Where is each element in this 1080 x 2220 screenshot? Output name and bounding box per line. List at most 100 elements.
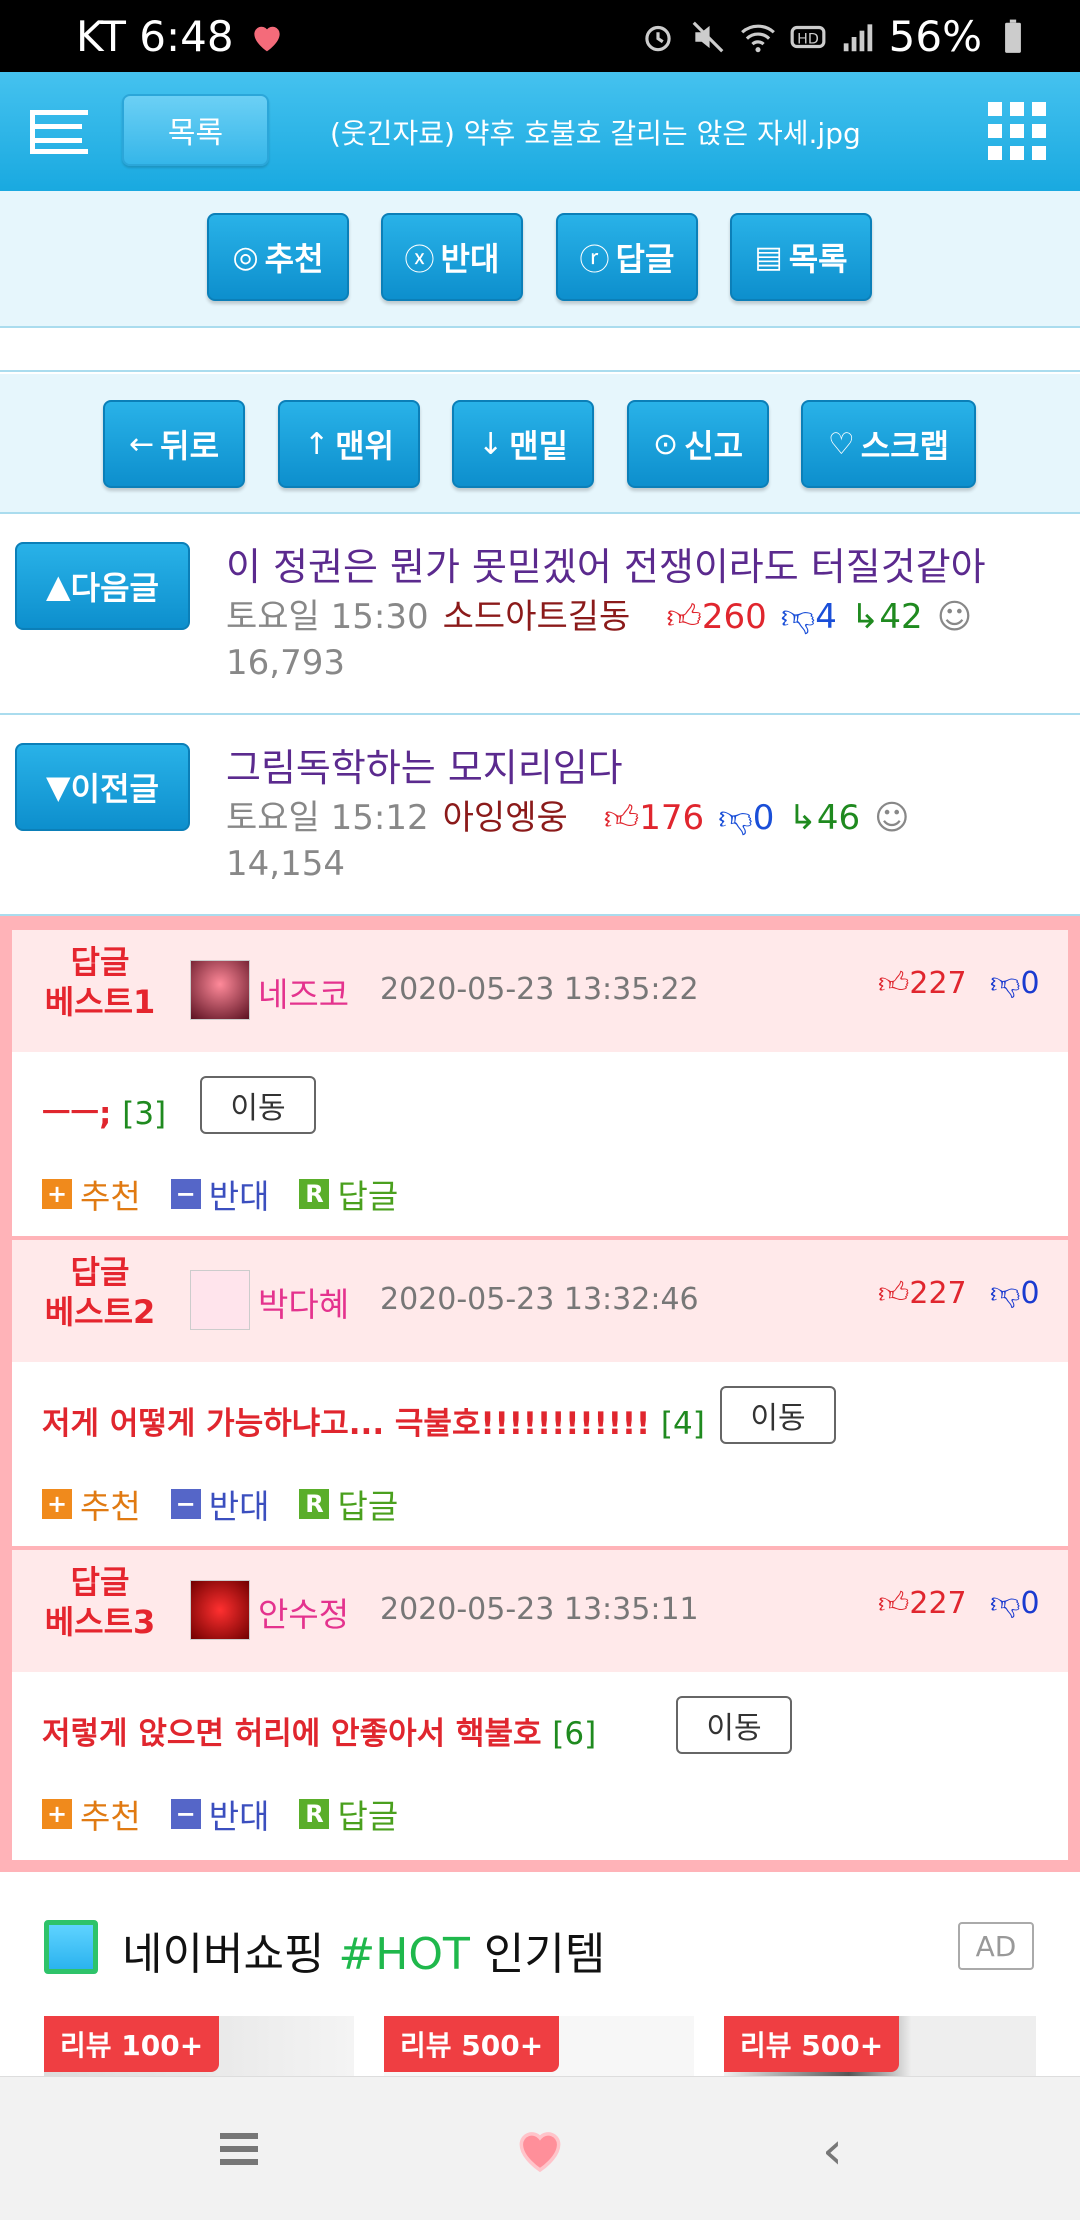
reply-reply-button[interactable]: R 답글 xyxy=(299,1790,398,1838)
best-down-count: 0 xyxy=(1020,966,1040,1001)
reply-arrow-icon: ↳ xyxy=(788,798,817,838)
best-down-count: 0 xyxy=(1020,1276,1040,1311)
arrow-down-icon: ↓ xyxy=(477,426,504,462)
list-toolbar-button[interactable]: ▤ 목록 xyxy=(730,213,872,301)
oppose-button[interactable]: ⓧ 반대 xyxy=(381,213,523,301)
best-reply-down: 👎︎0 xyxy=(990,1586,1040,1622)
reply-oppose-button[interactable]: − 반대 xyxy=(170,1480,270,1528)
prev-post-time: 토요일 15:12 xyxy=(226,798,429,838)
review-badge: 리뷰 500+ xyxy=(384,2016,560,2072)
triangle-down-icon: ▼ xyxy=(46,768,71,806)
heart-home-icon[interactable] xyxy=(510,2121,570,2177)
best-up-count: 227 xyxy=(909,1276,967,1311)
review-badge: 리뷰 100+ xyxy=(44,2016,220,2072)
move-button[interactable]: 이동 xyxy=(200,1076,316,1134)
x-circle-icon: ⓧ xyxy=(404,243,435,278)
best-reply-author[interactable]: 안수정 xyxy=(258,1588,349,1636)
shopping-title-post: 인기템 xyxy=(483,1929,606,1980)
next-post-row[interactable]: ▲ 다음글 이 정권은 뭔가 못믿겠어 전쟁이라도 터질것같아 토요일 15:30… xyxy=(0,514,1080,715)
thumbs-up-icon: 👍︎ xyxy=(878,1586,910,1621)
reply-recommend-button[interactable]: + 추천 xyxy=(42,1480,141,1528)
views-icon: ☺ xyxy=(874,798,910,838)
grid-menu-icon[interactable] xyxy=(988,102,1046,160)
avatar[interactable] xyxy=(190,1270,250,1330)
list-button[interactable]: 목록 xyxy=(122,94,269,166)
battery-icon xyxy=(1005,19,1021,53)
prev-post-title[interactable]: 그림독학하는 모지리임다 xyxy=(226,737,623,792)
reply-recommend-label: 추천 xyxy=(80,1797,141,1836)
chevron-left-icon[interactable]: ‹ xyxy=(822,2121,843,2181)
best-reply-author[interactable]: 박다혜 xyxy=(258,1278,349,1326)
hamburger-menu-icon[interactable] xyxy=(220,2133,258,2165)
menu-icon[interactable] xyxy=(30,110,88,154)
reply-reply-button[interactable]: R 답글 xyxy=(299,1170,398,1218)
recommend-button[interactable]: ◎ 추천 xyxy=(207,213,349,301)
best-reply-author[interactable]: 네즈코 xyxy=(258,968,349,1016)
r-circle-icon: ⓡ xyxy=(579,243,610,278)
app-header: 목록 (웃긴자료) 약후 호불호 갈리는 앉은 자세.jpg xyxy=(0,72,1080,191)
next-post-time: 토요일 15:30 xyxy=(226,597,429,637)
prev-post-button[interactable]: ▼ 이전글 xyxy=(15,743,190,831)
plus-icon: + xyxy=(42,1799,72,1829)
move-button[interactable]: 이동 xyxy=(720,1386,836,1444)
reply-reply-label: 답글 xyxy=(337,1797,399,1836)
report-button[interactable]: ⊙ 신고 xyxy=(627,400,769,488)
best-reply-text: 저게 어떻게 가능하냐고... 극불호!!!!!!!!!!!! [4] xyxy=(42,1398,705,1443)
review-badge: 리뷰 500+ xyxy=(724,2016,900,2072)
minus-icon: − xyxy=(170,1179,201,1209)
avatar[interactable] xyxy=(190,960,250,1020)
next-post-down: 4 xyxy=(815,597,837,637)
best-reply-count: [3] xyxy=(122,1096,167,1132)
best-reply-date: 2020-05-23 13:35:11 xyxy=(380,1592,699,1627)
best-reply-content: 저렇게 앉으면 허리에 안좋아서 핵불호 xyxy=(42,1716,542,1752)
best-replies-section: 답글 베스트1 네즈코 2020-05-23 13:35:22 👍︎227 👎︎0… xyxy=(0,916,1080,1872)
minus-icon: − xyxy=(170,1799,201,1829)
prev-post-row[interactable]: ▼ 이전글 그림독학하는 모지리임다 토요일 15:12 아잉엥웅 👍︎176 👎︎0 ↳… xyxy=(0,715,1080,916)
warning-circle-icon: ⊙ xyxy=(652,426,679,462)
signal-icon xyxy=(843,23,872,51)
best-label-bottom: 베스트2 xyxy=(44,1293,156,1331)
best-reply-down: 👎︎0 xyxy=(990,1276,1040,1312)
reply-recommend-button[interactable]: + 추천 xyxy=(42,1170,141,1218)
next-post-author: 소드아트길동 xyxy=(442,597,631,637)
best-reply-text: 저렇게 앉으면 허리에 안좋아서 핵불호 [6] xyxy=(42,1708,596,1753)
mute-icon xyxy=(692,21,724,52)
reply-oppose-label: 반대 xyxy=(208,1487,270,1526)
scrap-button[interactable]: ♡ 스크랩 xyxy=(801,400,976,488)
best-reply-header: 답글 베스트3 안수정 2020-05-23 13:35:11 👍︎227 👎︎0 xyxy=(12,1550,1068,1672)
best-label-bottom: 베스트1 xyxy=(44,983,156,1021)
bottom-navigation-bar: ‹ xyxy=(0,2076,1080,2220)
shopping-title[interactable]: 네이버쇼핑 #HOT 인기템 xyxy=(122,1918,605,1982)
hd-icon: HD xyxy=(790,25,826,48)
r-icon: R xyxy=(299,1489,330,1519)
best-reply-count: [4] xyxy=(660,1406,705,1442)
top-button[interactable]: ↑ 맨위 xyxy=(278,400,420,488)
bottom-button[interactable]: ↓ 맨밑 xyxy=(452,400,594,488)
oppose-label: 반대 xyxy=(440,240,500,278)
thumbs-down-icon: 👎︎ xyxy=(990,1276,1021,1311)
reply-oppose-button[interactable]: − 반대 xyxy=(170,1170,269,1218)
next-post-button[interactable]: ▲ 다음글 xyxy=(15,542,190,630)
list-icon: ▤ xyxy=(754,239,783,275)
best-reply-label: 답글 베스트1 xyxy=(12,942,188,1022)
scrap-label: 스크랩 xyxy=(860,427,950,465)
best-reply-header: 답글 베스트1 네즈코 2020-05-23 13:35:22 👍︎227 👎︎0 xyxy=(12,930,1068,1052)
best-reply-header: 답글 베스트2 박다혜 2020-05-23 13:32:46 👍︎227 👎︎0 xyxy=(12,1240,1068,1362)
next-post-title[interactable]: 이 정권은 뭔가 못믿겠어 전쟁이라도 터질것같아 xyxy=(226,536,986,591)
reply-reply-label: 답글 xyxy=(337,1177,399,1216)
reply-button[interactable]: ⓡ 답글 xyxy=(556,213,698,301)
best-label-top: 답글 xyxy=(70,943,130,981)
reply-oppose-button[interactable]: − 반대 xyxy=(170,1790,269,1838)
thumbs-down-icon: 👎︎ xyxy=(718,798,753,838)
prev-post-meta: 토요일 15:12 아잉엥웅 👍︎176 👎︎0 ↳46 ☺ 14,154 xyxy=(226,795,1066,887)
best-reply-date: 2020-05-23 13:35:22 xyxy=(380,972,699,1007)
reply-reply-button[interactable]: R 답글 xyxy=(299,1480,398,1528)
post-action-toolbar: ◎ 추천 ⓧ 반대 ⓡ 답글 ▤ 목록 xyxy=(0,191,1080,328)
views-icon: ☺ xyxy=(936,597,973,637)
move-button[interactable]: 이동 xyxy=(676,1696,792,1754)
avatar[interactable] xyxy=(190,1580,250,1640)
triangle-up-icon: ▲ xyxy=(46,567,71,605)
back-button[interactable]: ← 뒤로 xyxy=(103,400,245,488)
plus-icon: + xyxy=(42,1489,72,1519)
reply-recommend-button[interactable]: + 추천 xyxy=(42,1790,141,1838)
